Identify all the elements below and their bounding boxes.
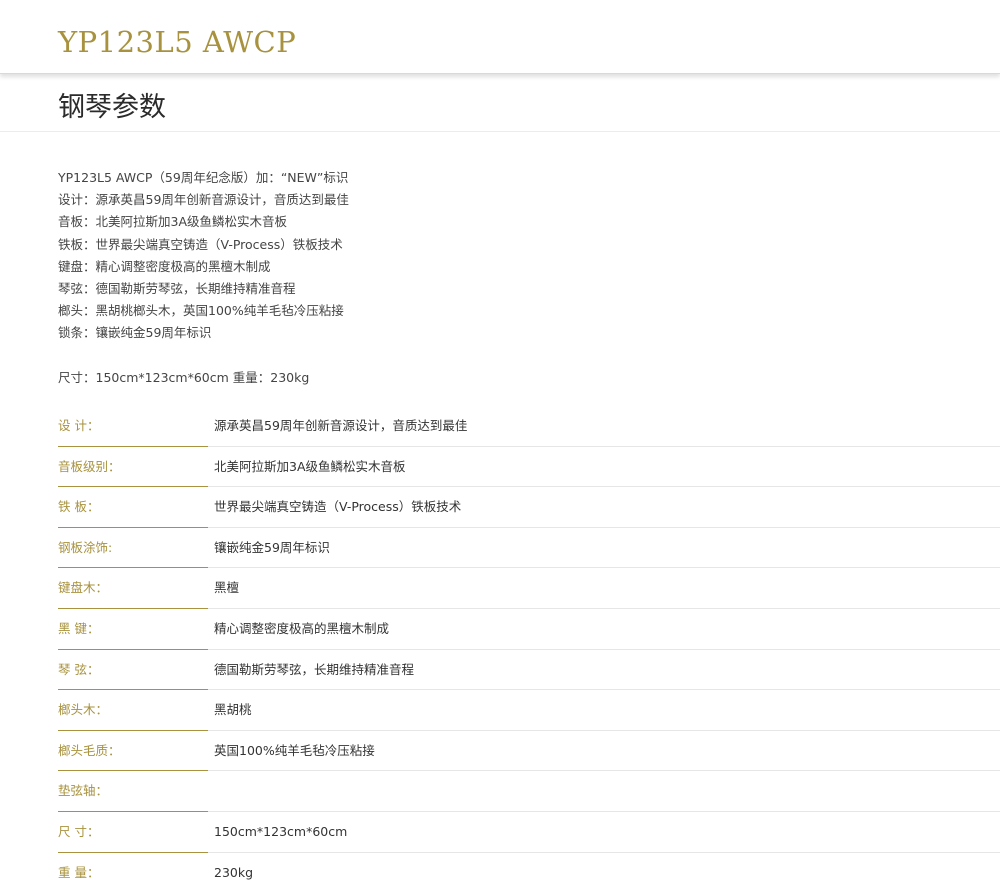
spec-row: 琴 弦： 德国勒斯劳琴弦，长期维持精准音程 <box>58 650 1000 691</box>
spec-row: 尺 寸： 150cm*123cm*60cm <box>58 812 1000 853</box>
spec-label: 垫弦轴： <box>58 783 109 799</box>
intro-line: 榔头：黑胡桃榔头木，英国100%纯羊毛毡冷压粘接 <box>58 303 344 319</box>
spec-label: 键盘木： <box>58 580 109 596</box>
spec-label: 琴 弦： <box>58 661 100 677</box>
spec-value: 黑檀 <box>214 580 240 596</box>
intro-line: 键盘：精心调整密度极高的黑檀木制成 <box>58 258 271 274</box>
spec-label: 尺 寸： <box>58 823 100 839</box>
spec-row: 设 计： 源承英昌59周年创新音源设计，音质达到最佳 <box>58 406 1000 447</box>
spec-label: 铁 板： <box>58 499 100 515</box>
dimensions-weight-line: 尺寸：150cm*123cm*60cm 重量：230kg <box>58 370 310 385</box>
intro-line: 设计：源承英昌59周年创新音源设计，音质达到最佳 <box>58 192 349 208</box>
intro-list: YP123L5 AWCP（59周年纪念版）加：“NEW”标识 设计：源承英昌59… <box>58 167 349 345</box>
spec-label: 音板级别： <box>58 458 121 474</box>
spec-value: 北美阿拉斯加3A级鱼鳞松实木音板 <box>214 458 406 474</box>
spec-value: 英国100%纯羊毛毡冷压粘接 <box>214 742 375 758</box>
spec-row: 音板级别： 北美阿拉斯加3A级鱼鳞松实木音板 <box>58 447 1000 488</box>
spec-value: 镶嵌纯金59周年标识 <box>214 539 330 555</box>
spec-row: 键盘木： 黑檀 <box>58 568 1000 609</box>
spec-row: 钢板涂饰: 镶嵌纯金59周年标识 <box>58 528 1000 569</box>
spec-row: 榔头毛质： 英国100%纯羊毛毡冷压粘接 <box>58 731 1000 772</box>
spec-row: 铁 板： 世界最尖端真空铸造（V-Process）铁板技术 <box>58 487 1000 528</box>
spec-label: 黑 键： <box>58 620 100 636</box>
spec-value: 精心调整密度极高的黑檀木制成 <box>214 620 390 636</box>
spec-label: 重 量： <box>58 864 100 880</box>
intro-line: 琴弦：德国勒斯劳琴弦，长期维持精准音程 <box>58 281 296 297</box>
spec-label: 钢板涂饰: <box>58 539 113 555</box>
spec-value: 源承英昌59周年创新音源设计，音质达到最佳 <box>214 418 468 433</box>
spec-label: 榔头毛质： <box>58 742 121 758</box>
model-header: YP123L5 AWCP <box>0 0 1000 74</box>
intro-line: 锁条：镶嵌纯金59周年标识 <box>58 325 212 341</box>
spec-value: 黑胡桃 <box>214 702 252 718</box>
spec-value: 世界最尖端真空铸造（V-Process）铁板技术 <box>214 499 462 515</box>
spec-value: 德国勒斯劳琴弦，长期维持精准音程 <box>214 661 415 677</box>
section-divider <box>0 131 1000 132</box>
spec-label: 设 计： <box>58 418 100 433</box>
intro-line: YP123L5 AWCP（59周年纪念版）加：“NEW”标识 <box>58 170 349 185</box>
spec-row: 黑 键： 精心调整密度极高的黑檀木制成 <box>58 609 1000 650</box>
spec-value: 230kg <box>214 864 254 880</box>
intro-line: 铁板：世界最尖端真空铸造（V-Process）铁板技术 <box>58 236 343 252</box>
spec-row: 榔头木： 黑胡桃 <box>58 690 1000 731</box>
spec-value: 150cm*123cm*60cm <box>214 823 348 839</box>
spec-table: 设 计： 源承英昌59周年创新音源设计，音质达到最佳 音板级别： 北美阿拉斯加3… <box>58 406 1000 893</box>
section-title: 钢琴参数 <box>58 92 166 123</box>
spec-label: 榔头木： <box>58 702 109 718</box>
intro-line: 音板：北美阿拉斯加3A级鱼鳞松实木音板 <box>58 214 288 230</box>
spec-row: 垫弦轴： <box>58 771 1000 812</box>
model-title: YP123L5 AWCP <box>58 25 297 59</box>
spec-row: 重 量： 230kg <box>58 853 1000 893</box>
